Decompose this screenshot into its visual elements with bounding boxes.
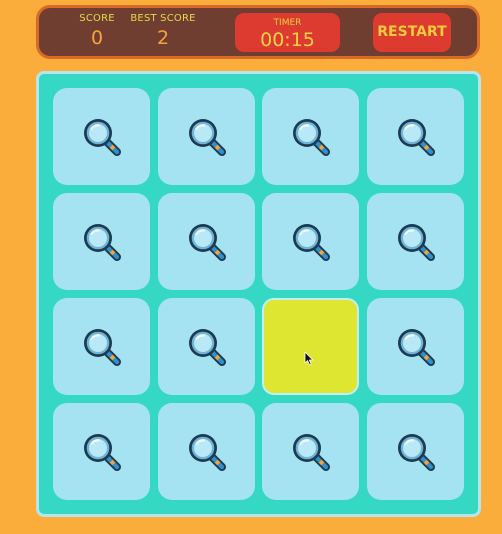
- score-value: 0: [90, 27, 104, 49]
- card-r4-c4[interactable]: [367, 403, 464, 500]
- timer-display: TIMER 00:15: [235, 13, 340, 52]
- card-r1-c3[interactable]: [262, 88, 359, 185]
- score-label: SCORE: [79, 13, 115, 24]
- magnifying-glass-icon: [185, 325, 229, 369]
- restart-button[interactable]: RESTART: [373, 13, 451, 52]
- card-r3-c2[interactable]: [158, 298, 255, 395]
- score-panel: SCORE 0: [79, 12, 115, 50]
- best-score-value: 2: [156, 27, 170, 49]
- mouse-pointer-icon: [304, 351, 314, 366]
- magnifying-glass-icon: [185, 115, 229, 159]
- magnifying-glass-icon: [289, 115, 333, 159]
- card-r2-c4[interactable]: [367, 193, 464, 290]
- magnifying-glass-icon: [289, 430, 333, 474]
- scoreboard-bar: SCORE 0 BEST SCORE 2 TIMER 00:15 RESTART: [36, 5, 480, 59]
- magnifying-glass-icon: [80, 115, 124, 159]
- magnifying-glass-icon: [394, 220, 438, 264]
- magnifying-glass-icon: [289, 220, 333, 264]
- card-r1-c1[interactable]: [53, 88, 150, 185]
- magnifying-glass-icon: [80, 430, 124, 474]
- card-r2-c1[interactable]: [53, 193, 150, 290]
- magnifying-glass-icon: [80, 220, 124, 264]
- best-score-panel: BEST SCORE 2: [127, 12, 199, 50]
- card-r3-c4[interactable]: [367, 298, 464, 395]
- magnifying-glass-icon: [394, 115, 438, 159]
- card-r4-c3[interactable]: [262, 403, 359, 500]
- timer-value: 00:15: [260, 29, 315, 51]
- magnifying-glass-icon: [394, 430, 438, 474]
- card-r2-c3[interactable]: [262, 193, 359, 290]
- card-r1-c4[interactable]: [367, 88, 464, 185]
- best-score-label: BEST SCORE: [130, 13, 196, 24]
- card-r3-c1[interactable]: [53, 298, 150, 395]
- card-r4-c1[interactable]: [53, 403, 150, 500]
- magnifying-glass-icon: [80, 325, 124, 369]
- card-r4-c2[interactable]: [158, 403, 255, 500]
- game-board: [36, 71, 481, 517]
- card-r3-c3-flipped[interactable]: [262, 298, 359, 395]
- magnifying-glass-icon: [185, 430, 229, 474]
- magnifying-glass-icon: [185, 220, 229, 264]
- card-r2-c2[interactable]: [158, 193, 255, 290]
- card-r1-c2[interactable]: [158, 88, 255, 185]
- magnifying-glass-icon: [394, 325, 438, 369]
- timer-label: TIMER: [273, 18, 302, 28]
